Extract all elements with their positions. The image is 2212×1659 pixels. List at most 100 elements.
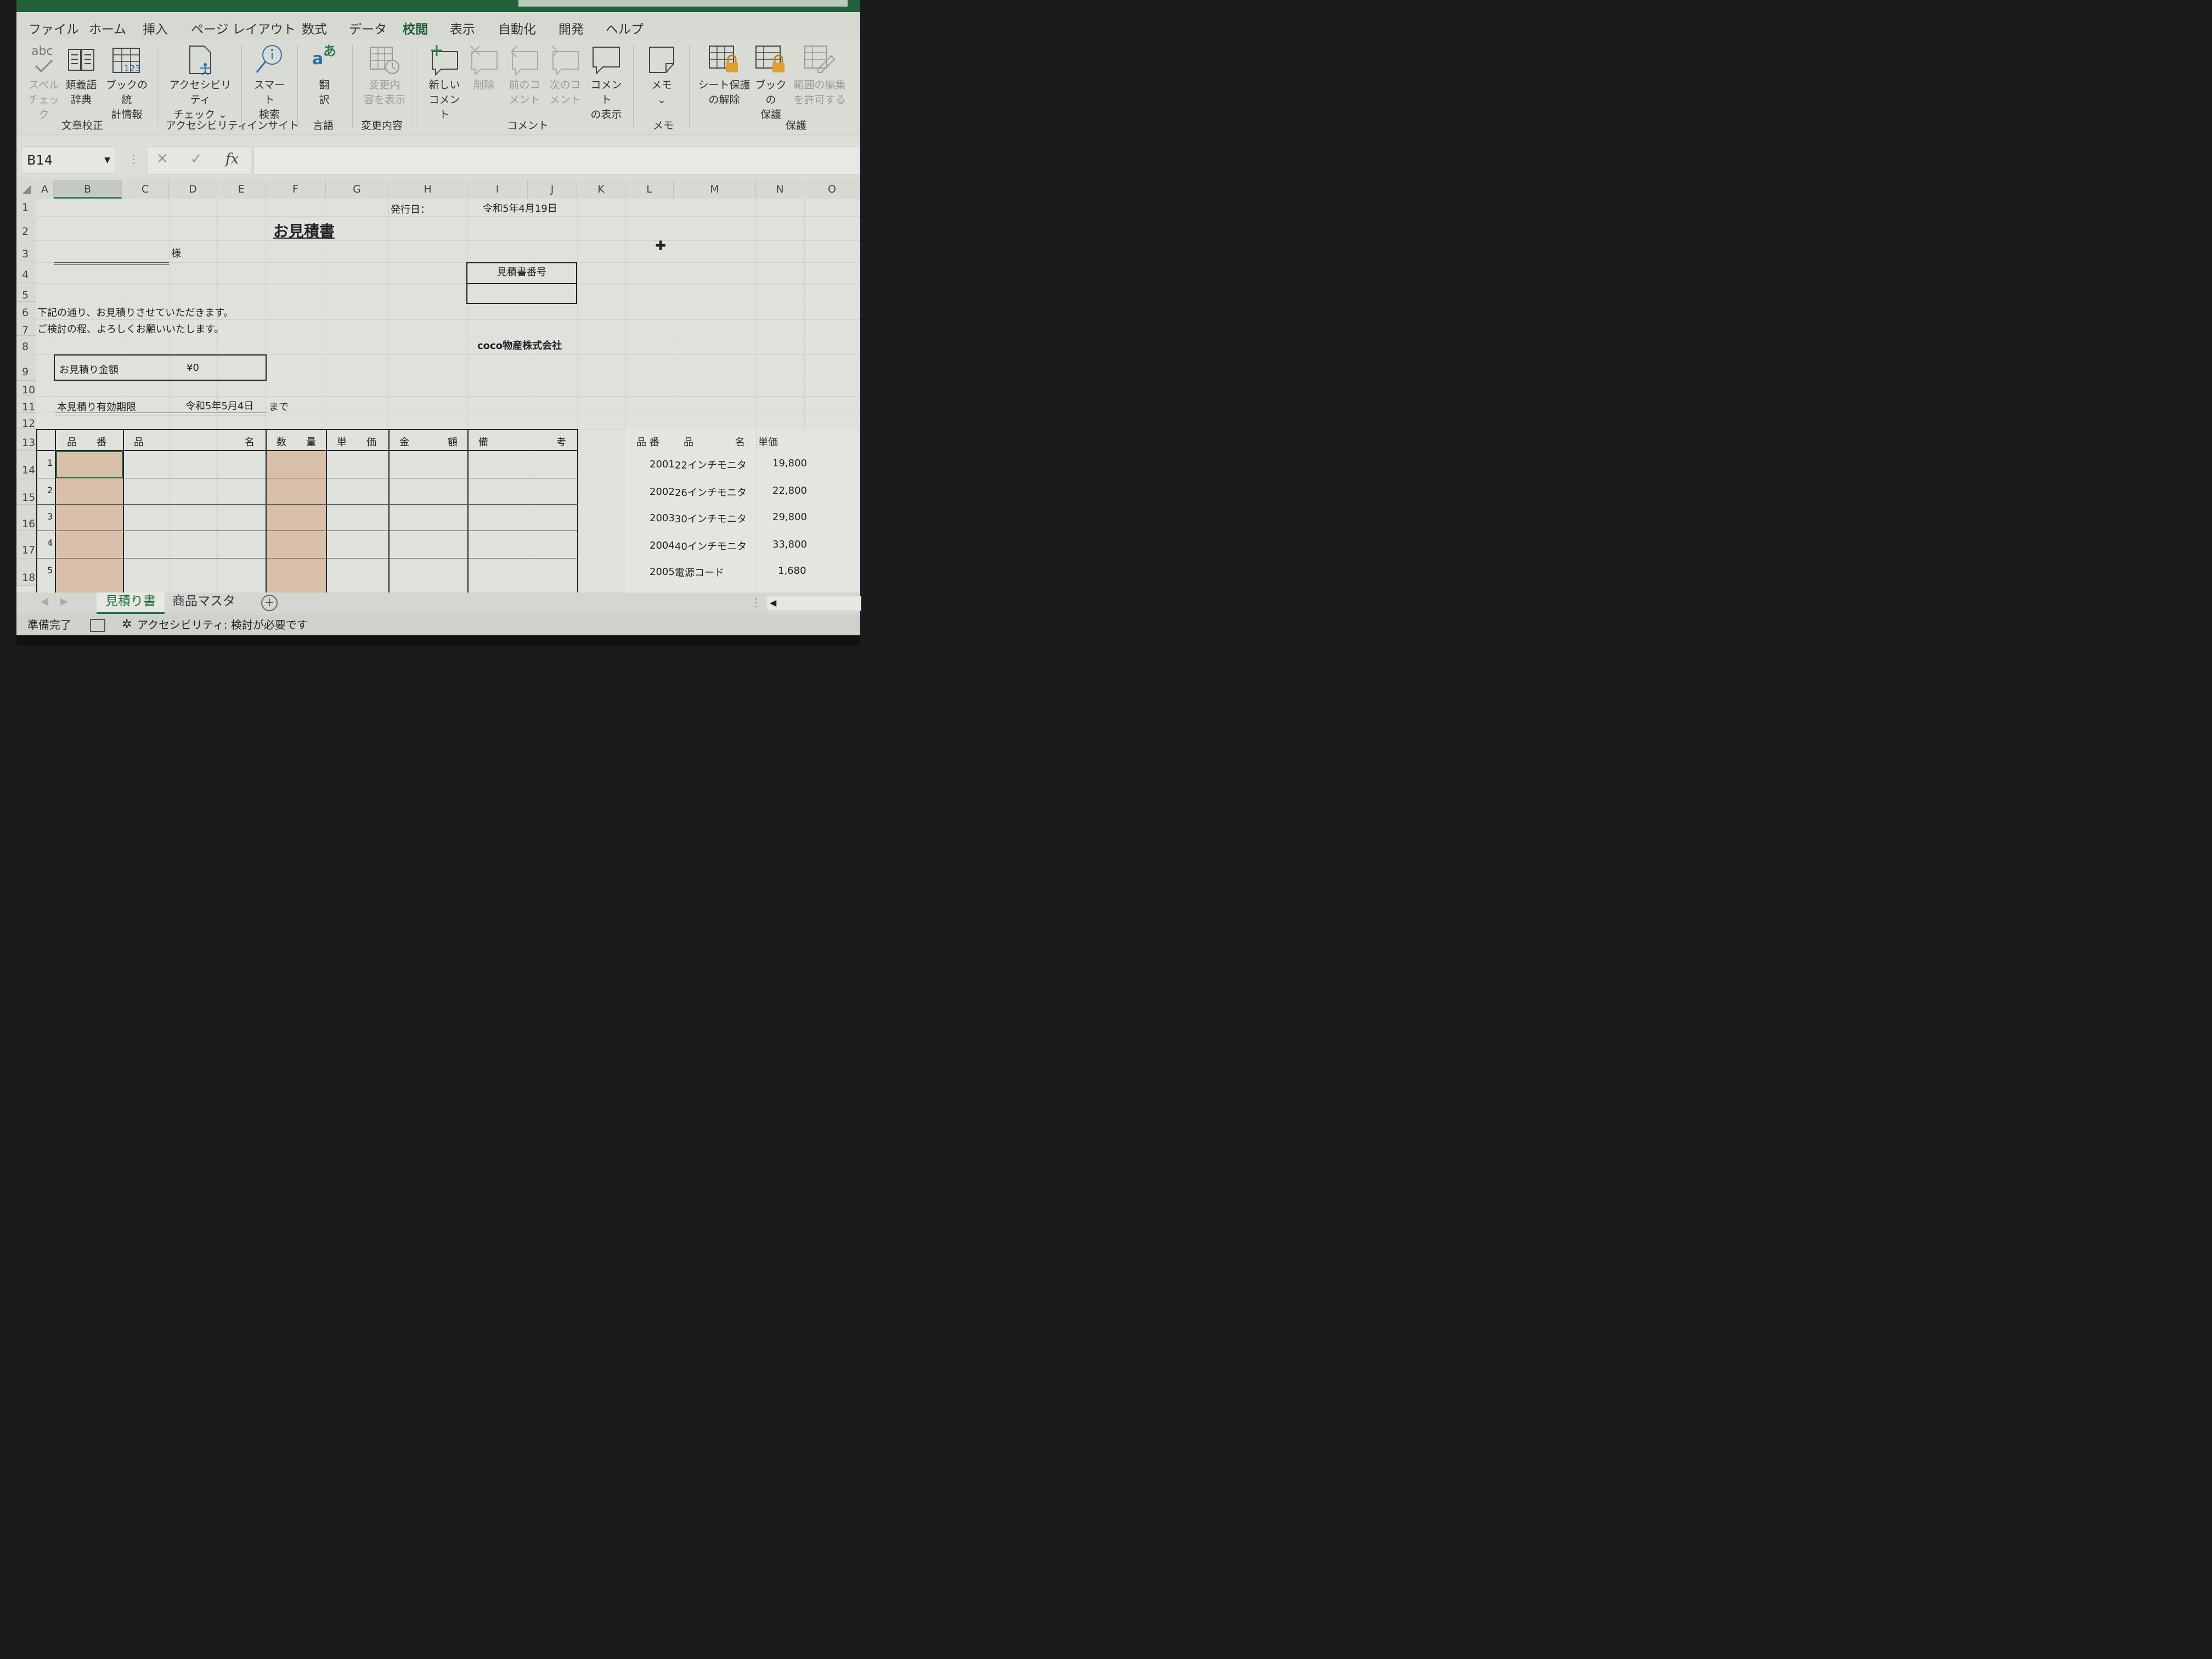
issue-date-value[interactable]: 令和5年4月19日 [483,201,557,215]
horizontal-scrollbar[interactable]: ◀ [766,596,861,611]
master-name[interactable]: 30インチモニタ [675,511,747,526]
row-header[interactable]: 9 [16,354,36,381]
row-header[interactable]: 18 [16,558,36,586]
company-name[interactable]: coco物産株式会社 [477,338,562,352]
translate-button[interactable]: a あ 翻訳 [306,44,342,108]
scroll-left-icon[interactable]: ◀ [770,597,776,608]
column-header[interactable]: D [169,180,217,199]
row-header[interactable]: 14 [16,451,36,478]
row-header[interactable]: 11 [16,396,36,413]
smart-lookup-button[interactable]: スマート 検索 [249,44,290,122]
sheet-tab-product-master[interactable]: 商品マスタ [163,592,244,612]
master-price[interactable]: 22,800 [772,485,807,496]
master-code[interactable]: 2004 [650,540,675,551]
notes-button[interactable]: メモ ⌄ [644,44,679,108]
macro-record-icon[interactable] [90,619,105,632]
more-options-icon[interactable]: ⋮ [751,596,761,609]
more-options-icon[interactable]: ⋮ [128,153,139,166]
column-header[interactable]: A [36,180,54,199]
status-accessibility[interactable]: アクセシビリティ: 検討が必要です [137,614,308,635]
tab-formulas[interactable]: 数式 [302,19,327,37]
spelling-button[interactable]: abc スペル チェック [27,44,60,122]
master-name[interactable]: 40インチモニタ [675,539,747,553]
column-header[interactable]: H [388,180,467,199]
active-cell[interactable] [56,451,123,478]
insert-function-icon[interactable]: fx [225,151,239,167]
row-header[interactable]: 1 [16,199,36,216]
master-code[interactable]: 2003 [650,512,675,524]
chevron-down-icon[interactable]: ▼ [104,146,110,174]
scroll-right-icon[interactable]: ▶ [60,596,68,607]
master-code[interactable]: 2001 [650,459,675,470]
column-header[interactable]: G [326,180,388,199]
row-header[interactable]: 3 [16,240,36,262]
delete-comment-button[interactable]: 削除 [469,44,499,93]
workbook-stats-button[interactable]: 123 ブックの統 計情報 [102,44,151,122]
select-all-corner[interactable] [16,180,36,199]
row-header[interactable]: 10 [16,381,36,396]
tab-automate[interactable]: 自動化 [498,19,536,37]
tab-home[interactable]: ホーム [89,19,126,37]
name-box[interactable]: B14 ▼ [21,146,115,173]
show-changes-button[interactable]: 変更内 容を表示 [360,44,409,108]
column-header[interactable]: K [577,180,625,199]
master-price[interactable]: 1,680 [778,565,806,577]
add-sheet-icon[interactable]: + [261,595,278,611]
worksheet-grid[interactable]: A B C D E F G H I J K L M N O 1 2 3 4 5 [16,180,860,592]
master-code[interactable]: 2005 [650,566,675,578]
new-comment-button[interactable]: 新しい コメント [425,44,464,122]
intro-line-2[interactable]: ご検討の程、よろしくお願いいたします。 [37,321,224,336]
show-comments-button[interactable]: コメント の表示 [587,44,625,122]
master-price[interactable]: 19,800 [772,458,807,469]
next-comment-button[interactable]: 次のコ メント [546,44,584,108]
tab-insert[interactable]: 挿入 [143,19,168,37]
tab-help[interactable]: ヘルプ [606,19,644,37]
row-header[interactable]: 2 [16,216,36,240]
cancel-icon[interactable]: ✕ [156,151,168,167]
column-header[interactable]: F [266,180,326,199]
tab-developer[interactable]: 開発 [558,19,584,37]
row-header[interactable]: 17 [16,531,36,558]
column-header[interactable]: I [467,180,528,199]
formula-input[interactable] [253,146,860,174]
tab-review[interactable]: 校閲 [403,19,428,42]
master-code[interactable]: 2002 [650,486,675,498]
column-header[interactable]: M [674,180,756,199]
accessibility-icon[interactable]: ✲ [122,614,132,635]
thesaurus-button[interactable]: 類義語 辞典 [64,44,99,108]
allow-edit-ranges-button[interactable]: 範囲の編集 を許可する [791,44,848,108]
previous-comment-button[interactable]: 前のコ メント [506,44,543,108]
column-header[interactable]: J [528,180,577,199]
enter-check-icon[interactable]: ✓ [190,151,202,167]
column-header[interactable]: O [804,180,860,199]
column-header[interactable]: C [122,180,169,199]
column-header[interactable]: E [217,180,266,199]
search-box[interactable] [518,0,848,7]
protect-workbook-button[interactable]: ブックの 保護 [754,44,788,122]
tab-view[interactable]: 表示 [450,19,475,37]
sheet-tab-estimate[interactable]: 見積り書 [97,592,165,614]
row-header[interactable]: 6 [16,302,36,319]
unprotect-sheet-button[interactable]: シート保護 の解除 [697,44,752,108]
column-header[interactable]: L [625,180,674,199]
estimate-number-box[interactable]: 見積書番号 [466,262,577,304]
intro-line-1[interactable]: 下記の通り、お見積りさせていただきます。 [37,305,233,319]
master-name[interactable]: 電源コード [675,565,724,579]
row-header[interactable]: 5 [16,283,36,302]
master-price[interactable]: 33,800 [772,539,807,550]
scroll-left-icon[interactable]: ◀ [41,596,48,607]
row-header[interactable]: 7 [16,319,36,336]
validity-date[interactable]: 令和5年5月4日 [185,398,253,413]
tab-file[interactable]: ファイル [29,19,79,37]
master-price[interactable]: 29,800 [772,511,807,523]
column-header[interactable]: N [756,180,804,199]
row-header[interactable]: 15 [16,478,36,505]
estimate-amount-box[interactable]: お見積り金額 ¥0 [54,354,267,381]
row-header[interactable]: 16 [16,505,36,531]
tab-data[interactable]: データ [349,19,387,37]
tab-page-layout[interactable]: ページ レイアウト [191,19,296,37]
master-name[interactable]: 26インチモニタ [675,485,747,499]
accessibility-check-button[interactable]: アクセシビリティ チェック ⌄ [165,44,236,122]
row-header[interactable]: 12 [16,413,36,430]
page-title[interactable]: お見積書 [273,219,335,241]
